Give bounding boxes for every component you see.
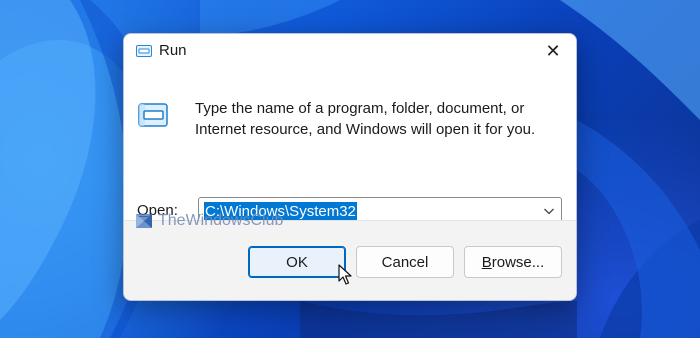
browse-label: rowse... (491, 253, 545, 271)
watermark: TheWindowsClub (134, 211, 283, 231)
close-icon: ✕ (545, 40, 561, 61)
ok-button[interactable]: OK (248, 246, 346, 278)
run-icon (136, 45, 152, 57)
watermark-text: TheWindowsClub (158, 212, 284, 229)
browse-accesskey: B (481, 253, 492, 271)
dialog-description: Type the name of a program, folder, docu… (195, 100, 536, 138)
thewindowsclub-logo (136, 214, 152, 228)
dialog-title: Run (159, 42, 187, 59)
dialog-body: Type the name of a program, folder, docu… (124, 68, 576, 225)
dialog-footer: TheWindowsClub OK Cancel Browse... (124, 212, 576, 300)
cancel-button[interactable]: Cancel (356, 246, 454, 278)
close-button[interactable]: ✕ (530, 34, 576, 68)
chevron-down-icon[interactable] (543, 206, 555, 216)
title-bar[interactable]: Run ✕ (124, 34, 576, 68)
run-icon (138, 103, 168, 127)
mouse-pointer-icon (338, 264, 352, 285)
browse-button[interactable]: Browse... (464, 246, 562, 278)
run-dialog: Run ✕ Type the name of a program, folder… (123, 33, 577, 301)
